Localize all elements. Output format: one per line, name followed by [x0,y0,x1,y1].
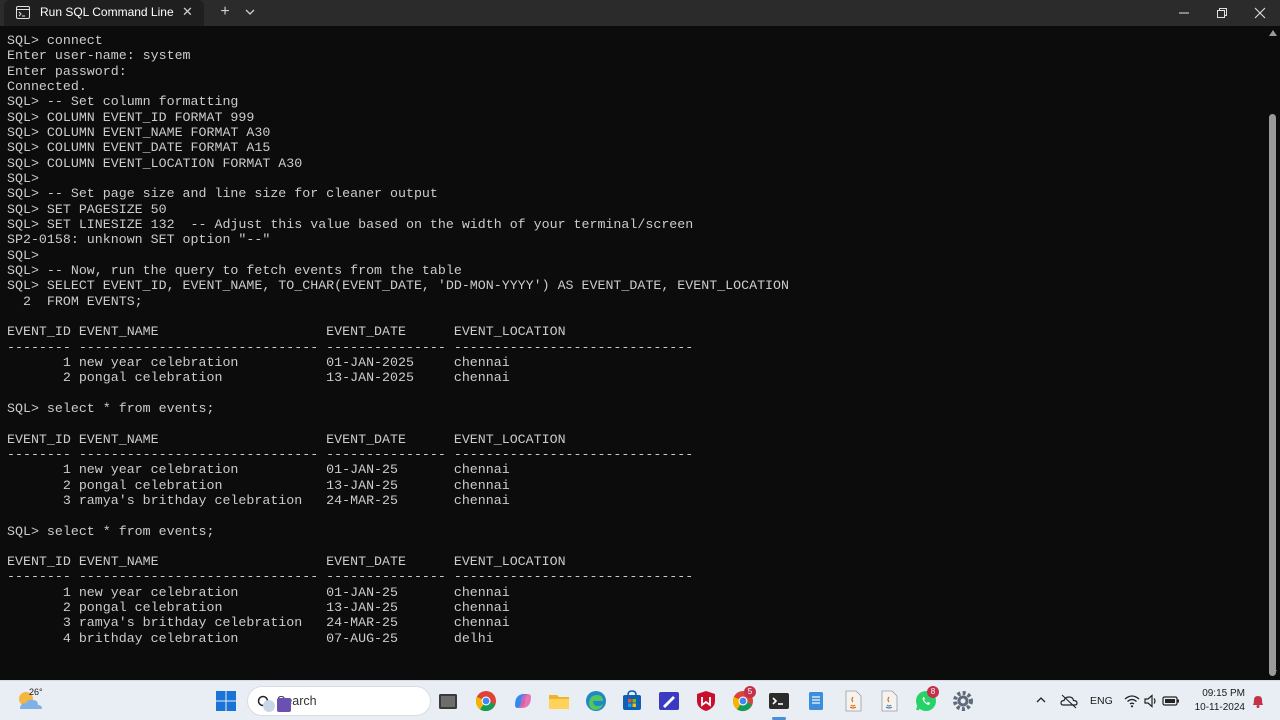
copilot-icon[interactable] [511,689,535,713]
settings-gear-icon[interactable] [951,689,975,713]
terminal-line: SQL> COLUMN EVENT_ID FORMAT 999 [7,109,255,125]
mcafee-shield-icon[interactable] [694,689,718,713]
terminal-line: -------- ------------------------------ … [7,446,694,462]
chevron-up-icon[interactable] [1034,693,1048,707]
notepad-icon[interactable] [804,689,828,713]
terminal-line: SQL> -- Now, run the query to fetch even… [7,262,462,278]
scroll-down-arrow-icon[interactable] [1269,670,1277,676]
taskbar-clock[interactable]: 09:15 PM 10-11-2024 [1183,687,1245,715]
terminal-line: SQL> SET PAGESIZE 50 [7,201,167,217]
terminal-lines: SQL> connect Enter user-name: system Enter… [7,33,789,646]
terminal-line: 2 pongal celebration 13-JAN-25 chennai [7,600,510,616]
tab-title: Run SQL Command Line [40,5,174,19]
terminal-line: -------- ------------------------------ … [7,339,694,355]
weather-temperature: 26° [29,687,43,697]
windows-start-icon[interactable] [214,689,238,713]
language-indicator[interactable]: ENG [1090,695,1113,707]
taskbar: 26° Search 5 8 ENG 09:15 PM 10-11-2024 [0,680,1280,720]
chevron-down-icon[interactable] [242,4,258,20]
microsoft-store-icon[interactable] [620,689,644,713]
terminal-line: EVENT_ID EVENT_NAME EVENT_DATE EVENT_LOC… [7,431,566,447]
wifi-icon[interactable] [1124,693,1140,709]
terminal-taskbar-icon[interactable] [767,689,791,713]
onedrive-cloud-icon[interactable] [1060,692,1078,710]
terminal-line: SQL> [7,170,39,186]
terminal-line: SQL> COLUMN EVENT_LOCATION FORMAT A30 [7,155,303,171]
close-icon [1254,7,1266,19]
scrollbar-thumb[interactable] [1269,114,1276,676]
terminal-line: 2 FROM EVENTS; [7,293,143,309]
pen-app-icon[interactable] [657,689,681,713]
close-window-button[interactable] [1240,0,1280,26]
terminal-line: 2 pongal celebration 13-JAN-2025 chennai [7,370,510,386]
terminal-line: SQL> select * from events; [7,400,215,416]
terminal-line: Connected. [7,78,87,94]
terminal-line: SP2-0158: unknown SET option "--" [7,232,271,248]
minimize-icon [1179,12,1189,14]
terminal-app-icon [16,6,30,19]
terminal-line: SQL> [7,247,39,263]
terminal-line: 2 pongal celebration 13-JAN-25 chennai [7,477,510,493]
volume-icon[interactable] [1143,693,1159,709]
title-bar: Run SQL Command Line ✕ + [0,0,1280,26]
terminal-line: 1 new year celebration 01-JAN-25 chennai [7,584,510,600]
terminal-line: 3 ramya's brithday celebration 24-MAR-25… [7,492,510,508]
terminal-output[interactable]: SQL> connect Enter user-name: system Enter… [0,26,1266,680]
java-app-icon[interactable] [877,689,901,713]
file-explorer-icon[interactable] [547,689,571,713]
terminal-line: 1 new year celebration 01-JAN-25 chennai [7,462,510,478]
terminal-line: -------- ------------------------------ … [7,569,694,585]
terminal-line: SQL> -- Set column formatting [7,94,239,110]
terminal-line: EVENT_ID EVENT_NAME EVENT_DATE EVENT_LOC… [7,324,566,340]
java-file-icon[interactable] [841,689,865,713]
battery-icon[interactable] [1162,693,1180,709]
vertical-scrollbar[interactable] [1266,26,1280,680]
terminal-line: Enter user-name: system [7,48,191,64]
terminal-line: 4 brithday celebration 07-AUG-25 delhi [7,630,494,646]
clock-date: 10-11-2024 [1194,702,1245,713]
edge-icon[interactable] [584,689,608,713]
notification-bell-icon[interactable] [1250,693,1266,709]
tab-close-icon[interactable]: ✕ [182,4,193,20]
chrome-notification-badge: 5 [744,686,756,698]
clock-time: 09:15 PM [1202,688,1245,699]
scroll-up-arrow-icon[interactable] [1269,30,1277,36]
new-tab-button[interactable]: + [216,3,234,21]
minimize-button[interactable] [1164,0,1204,26]
restore-icon [1217,8,1227,18]
terminal-line: Enter password: [7,63,127,79]
terminal-line: SQL> COLUMN EVENT_DATE FORMAT A15 [7,140,271,156]
whatsapp-notification-badge: 8 [927,686,939,698]
tab-run-sql-command-line[interactable]: Run SQL Command Line ✕ [4,0,204,26]
terminal-line: SQL> select * from events; [7,523,215,539]
taskbar-search-box[interactable]: Search [247,686,431,716]
terminal-line: SQL> connect [7,33,103,48]
terminal-line: SQL> -- Set page size and line size for … [7,186,438,202]
terminal-line: SQL> COLUMN EVENT_NAME FORMAT A30 [7,124,271,140]
chrome-icon[interactable] [474,689,498,713]
terminal-line: 1 new year celebration 01-JAN-2025 chenn… [7,354,510,370]
terminal-line: EVENT_ID EVENT_NAME EVENT_DATE EVENT_LOC… [7,554,566,570]
terminal-line: SQL> SELECT EVENT_ID, EVENT_NAME, TO_CHA… [7,278,789,294]
search-highlight-icon [263,698,291,712]
maximize-button[interactable] [1202,0,1242,26]
task-view-icon[interactable] [436,689,460,713]
terminal-line: 3 ramya's brithday celebration 24-MAR-25… [7,615,510,631]
terminal-line: SQL> SET LINESIZE 132 -- Adjust this val… [7,216,694,232]
